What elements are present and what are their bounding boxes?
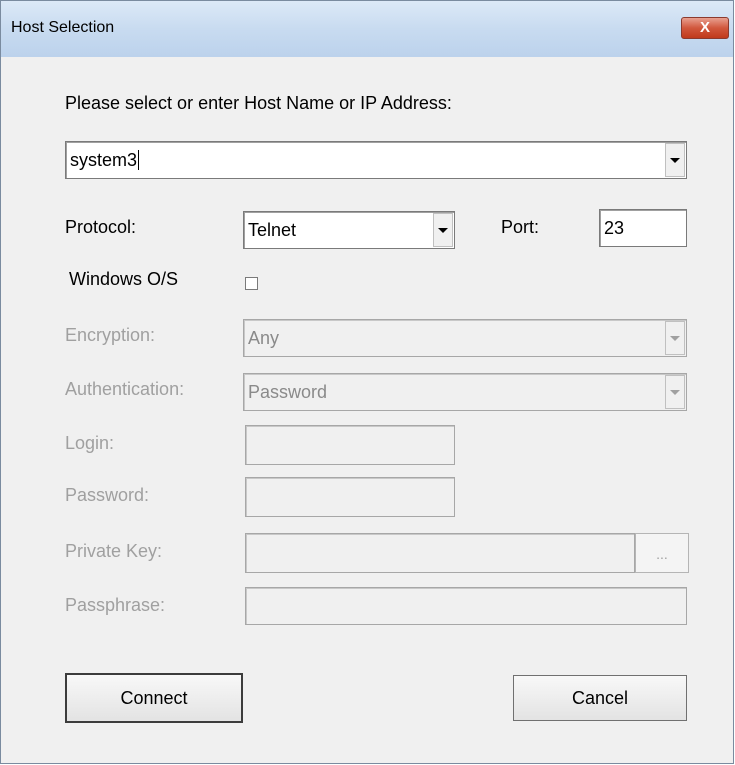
title-bar[interactable]: Host Selection X bbox=[1, 1, 733, 57]
port-value: 23 bbox=[604, 217, 625, 238]
host-dropdown-button[interactable] bbox=[665, 143, 685, 177]
cancel-button[interactable]: Cancel bbox=[513, 675, 687, 721]
host-selection-dialog: Host Selection X Please select or enter … bbox=[0, 0, 734, 764]
encryption-dropdown-button[interactable] bbox=[665, 321, 685, 355]
passphrase-input[interactable] bbox=[245, 587, 687, 625]
authentication-dropdown-button[interactable] bbox=[665, 375, 685, 409]
private-key-browse-button[interactable]: ... bbox=[635, 533, 689, 573]
private-key-input[interactable] bbox=[245, 533, 635, 573]
windows-os-label: Windows O/S bbox=[69, 269, 179, 289]
encryption-label: Encryption: bbox=[65, 325, 156, 345]
chevron-down-icon bbox=[670, 389, 680, 395]
protocol-label: Protocol: bbox=[65, 217, 137, 237]
port-label: Port: bbox=[501, 217, 540, 237]
protocol-dropdown-button[interactable] bbox=[433, 213, 453, 247]
login-label: Login: bbox=[65, 433, 115, 453]
chevron-down-icon bbox=[670, 335, 680, 341]
encryption-value: Any bbox=[248, 327, 280, 348]
password-input[interactable] bbox=[245, 477, 455, 517]
protocol-select[interactable]: Telnet bbox=[243, 211, 455, 249]
encryption-select[interactable]: Any bbox=[243, 319, 687, 357]
protocol-value: Telnet bbox=[248, 219, 297, 240]
windows-os-checkbox[interactable] bbox=[245, 277, 258, 290]
host-combobox[interactable]: system3 bbox=[65, 141, 687, 179]
connect-button[interactable]: Connect bbox=[65, 673, 243, 723]
close-icon: X bbox=[699, 19, 710, 36]
authentication-select[interactable]: Password bbox=[243, 373, 687, 411]
port-input[interactable]: 23 bbox=[599, 209, 687, 247]
authentication-value: Password bbox=[248, 381, 328, 402]
host-prompt-label: Please select or enter Host Name or IP A… bbox=[65, 93, 452, 113]
passphrase-label: Passphrase: bbox=[65, 595, 166, 615]
dialog-body: Please select or enter Host Name or IP A… bbox=[9, 57, 725, 763]
dialog-title: Host Selection bbox=[11, 19, 115, 36]
authentication-label: Authentication: bbox=[65, 379, 185, 399]
chevron-down-icon bbox=[670, 157, 680, 163]
close-button[interactable]: X bbox=[681, 17, 729, 39]
private-key-label: Private Key: bbox=[65, 541, 163, 561]
login-input[interactable] bbox=[245, 425, 455, 465]
password-label: Password: bbox=[65, 485, 150, 505]
chevron-down-icon bbox=[438, 227, 448, 233]
host-input[interactable]: system3 bbox=[70, 142, 140, 178]
